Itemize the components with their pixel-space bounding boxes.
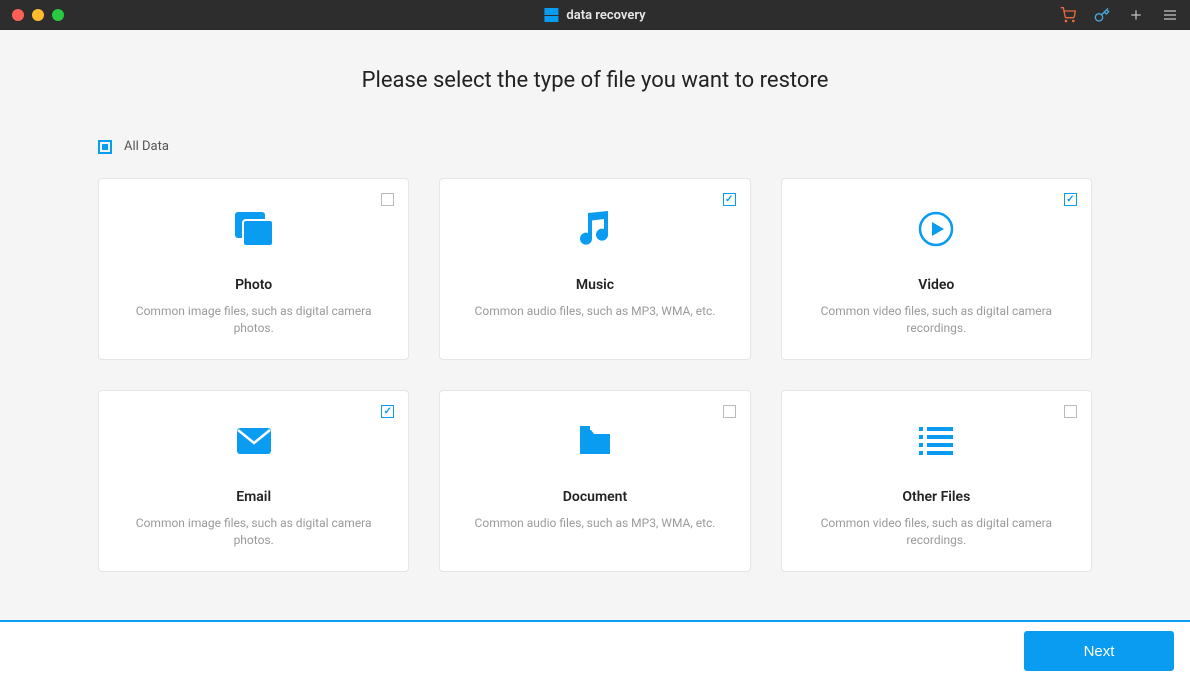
all-data-checkbox[interactable] (98, 140, 112, 154)
cart-icon[interactable] (1060, 7, 1076, 23)
card-photo-title: Photo (235, 277, 272, 293)
card-photo-checkbox[interactable] (381, 193, 394, 206)
photo-icon (235, 207, 273, 251)
card-other-title: Other Files (902, 489, 970, 505)
card-photo[interactable]: Photo Common image files, such as digita… (98, 178, 409, 360)
card-music-title: Music (576, 277, 614, 293)
minimize-window-button[interactable] (32, 9, 44, 21)
card-email-desc: Common image files, such as digital came… (123, 515, 384, 550)
all-data-label: All Data (124, 139, 169, 154)
plus-icon[interactable] (1128, 7, 1144, 23)
card-email-checkbox[interactable] (381, 405, 394, 418)
card-other[interactable]: Other Files Common video files, such as … (781, 390, 1092, 572)
email-icon (236, 419, 272, 463)
card-video-checkbox[interactable] (1064, 193, 1077, 206)
card-document-title: Document (563, 489, 627, 505)
footer: Next (0, 620, 1190, 680)
document-icon (578, 419, 612, 463)
next-button[interactable]: Next (1024, 631, 1174, 671)
main-content: Please select the type of file you want … (0, 30, 1190, 620)
titlebar: data recovery (0, 0, 1190, 30)
app-title-text: data recovery (566, 8, 645, 23)
all-data-row[interactable]: All Data (98, 139, 1092, 154)
app-logo-icon (544, 8, 558, 22)
titlebar-actions (1060, 7, 1178, 23)
zoom-window-button[interactable] (52, 9, 64, 21)
card-document-desc: Common audio files, such as MP3, WMA, et… (475, 515, 716, 532)
music-icon (578, 207, 612, 251)
app-title: data recovery (544, 8, 645, 23)
card-other-desc: Common video files, such as digital came… (806, 515, 1067, 550)
card-email-title: Email (236, 489, 271, 505)
key-icon[interactable] (1094, 7, 1110, 23)
file-type-grid: Photo Common image files, such as digita… (98, 178, 1092, 572)
card-video-desc: Common video files, such as digital came… (806, 303, 1067, 338)
list-icon (919, 419, 953, 463)
card-other-checkbox[interactable] (1064, 405, 1077, 418)
page-title: Please select the type of file you want … (362, 68, 829, 93)
card-document-checkbox[interactable] (723, 405, 736, 418)
card-video-title: Video (918, 277, 954, 293)
card-photo-desc: Common image files, such as digital came… (123, 303, 384, 338)
close-window-button[interactable] (12, 9, 24, 21)
card-music[interactable]: Music Common audio files, such as MP3, W… (439, 178, 750, 360)
video-icon (918, 207, 954, 251)
card-music-desc: Common audio files, such as MP3, WMA, et… (475, 303, 716, 320)
window-controls (12, 9, 64, 21)
card-email[interactable]: Email Common image files, such as digita… (98, 390, 409, 572)
card-music-checkbox[interactable] (723, 193, 736, 206)
menu-icon[interactable] (1162, 7, 1178, 23)
card-document[interactable]: Document Common audio files, such as MP3… (439, 390, 750, 572)
card-video[interactable]: Video Common video files, such as digita… (781, 178, 1092, 360)
